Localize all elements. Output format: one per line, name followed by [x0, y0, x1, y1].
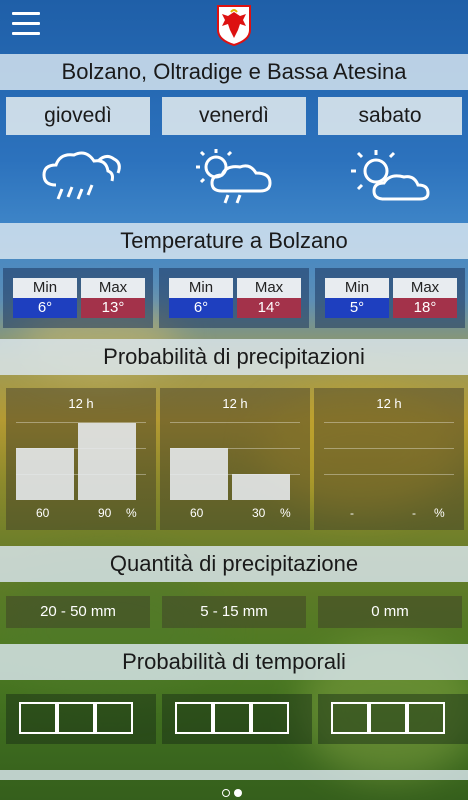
precip-amount-3: 0 mm — [318, 596, 462, 628]
storm-cell — [331, 702, 369, 734]
page-dot-1[interactable] — [222, 789, 230, 797]
percent-unit: % — [280, 506, 291, 520]
storm-cell — [19, 702, 57, 734]
hours-label: 12 h — [222, 396, 248, 411]
precip-panel-3: 12 h - - % — [314, 388, 464, 530]
storm-probability-title: Probabilità di temporali — [0, 644, 468, 680]
percent-unit: % — [434, 506, 445, 520]
storm-cell — [57, 702, 95, 734]
bottom-strip — [0, 770, 468, 780]
min-value: 6° — [13, 298, 77, 318]
max-label: Max — [237, 278, 301, 298]
hours-label: 12 h — [376, 396, 402, 411]
precip-probability-title: Probabilità di precipitazioni — [0, 339, 468, 375]
min-temp: Min 6° — [169, 278, 233, 318]
storm-cell — [369, 702, 407, 734]
page-dot-2-active[interactable] — [234, 789, 242, 797]
gridline — [324, 422, 454, 423]
max-temp: Max 18° — [393, 278, 457, 318]
gridline — [170, 422, 300, 423]
rain-cloud-icon — [42, 151, 121, 200]
region-title: Bolzano, Oltradige e Bassa Atesina — [0, 54, 468, 90]
hours-label: 12 h — [68, 396, 94, 411]
max-label: Max — [81, 278, 145, 298]
storm-cell — [251, 702, 289, 734]
storm-cell — [95, 702, 133, 734]
day-tab-2[interactable]: venerdì — [162, 97, 306, 135]
storm-cell — [407, 702, 445, 734]
min-label: Min — [169, 278, 233, 298]
min-temp: Min 5° — [325, 278, 389, 318]
max-value: 18° — [393, 298, 457, 318]
max-temp: Max 14° — [237, 278, 301, 318]
temperature-title: Temperature a Bolzano — [0, 223, 468, 259]
min-label: Min — [13, 278, 77, 298]
gridline — [324, 474, 454, 475]
storm-panel-1 — [6, 694, 156, 744]
precip-amount-1: 20 - 50 mm — [6, 596, 150, 628]
eagle-coat-of-arms-icon — [217, 5, 251, 46]
temperature-panel-1: Min 6° Max 13° — [3, 268, 153, 328]
probability-second: 30 — [252, 506, 266, 520]
probability-bar-first — [170, 448, 228, 500]
precip-panel-2: 12 h 60 30 % — [160, 388, 310, 530]
probability-second: - — [412, 506, 416, 520]
probability-bar-second — [78, 423, 136, 500]
min-value: 5° — [325, 298, 389, 318]
min-label: Min — [325, 278, 389, 298]
page-indicator — [0, 785, 468, 800]
precip-amount-title: Quantità di precipitazione — [0, 546, 468, 582]
probability-bar-second — [232, 474, 290, 500]
probability-first: 60 — [190, 506, 204, 520]
max-temp: Max 13° — [81, 278, 145, 318]
gridline — [324, 448, 454, 449]
storm-cell — [175, 702, 213, 734]
top-bar — [0, 0, 468, 52]
storm-panel-3 — [318, 694, 468, 744]
probability-second: 90 — [98, 506, 112, 520]
precip-panel-1: 12 h 60 90 % — [6, 388, 156, 530]
min-temp: Min 6° — [13, 278, 77, 318]
probability-bar-first — [16, 448, 74, 500]
temperature-panel-2: Min 6° Max 14° — [159, 268, 309, 328]
sun-cloud-icon — [351, 150, 430, 201]
min-value: 6° — [169, 298, 233, 318]
storm-panel-2 — [162, 694, 312, 744]
precip-amount-2: 5 - 15 mm — [162, 596, 306, 628]
probability-first: - — [350, 506, 354, 520]
temperature-panel-3: Min 5° Max 18° — [315, 268, 465, 328]
hamburger-menu-icon[interactable] — [12, 12, 42, 36]
storm-cell — [213, 702, 251, 734]
day-tab-1[interactable]: giovedì — [6, 97, 150, 135]
percent-unit: % — [126, 506, 137, 520]
day-tab-3[interactable]: sabato — [318, 97, 462, 135]
sun-rain-cloud-icon — [196, 149, 272, 204]
max-label: Max — [393, 278, 457, 298]
probability-first: 60 — [36, 506, 50, 520]
max-value: 13° — [81, 298, 145, 318]
max-value: 14° — [237, 298, 301, 318]
